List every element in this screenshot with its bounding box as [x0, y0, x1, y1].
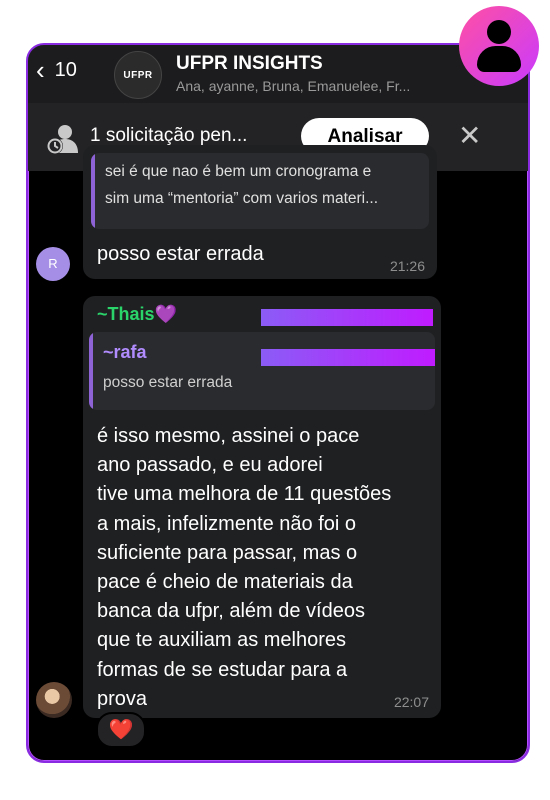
quote-text: posso estar errada	[103, 374, 233, 391]
user-profile-icon	[459, 6, 539, 86]
message-line: tive uma melhora de 11 questões	[97, 483, 392, 506]
purple-heart-icon: 💜	[154, 304, 177, 324]
quote-bar	[91, 153, 95, 229]
group-avatar[interactable]: UFPR	[114, 51, 162, 99]
avatar[interactable]: R	[36, 247, 70, 281]
message-line: prova	[97, 687, 148, 710]
sender-name-text: ~Thais	[97, 304, 155, 324]
message-line: é isso mesmo, assinei o pace	[97, 425, 360, 447]
message-bubble[interactable]: sei é que nao é bem um cronograma e sim …	[83, 145, 437, 279]
profile-body-shape	[477, 46, 521, 72]
message-text: é isso mesmo, assinei o pace ano passado…	[97, 422, 391, 714]
quote-line: sim uma “mentoria” com varios materi...	[105, 190, 379, 207]
message-line: suficiente para passar, mas o	[97, 541, 358, 564]
heart-reaction-icon[interactable]: ❤️	[96, 712, 146, 748]
redacted-phone-number	[261, 309, 433, 326]
pending-requests-text: 1 solicitação pen...	[90, 125, 248, 146]
back-button[interactable]: ‹ 10	[36, 57, 77, 83]
quoted-message[interactable]: sei é que nao é bem um cronograma e sim …	[91, 153, 429, 229]
profile-head-shape	[487, 20, 511, 44]
message-line: que te auxiliam as melhores	[97, 629, 347, 652]
message-text: posso estar errada	[97, 243, 264, 265]
quote-line: sei é que nao é bem um cronograma e	[105, 163, 372, 180]
group-avatar-text: UFPR	[123, 69, 153, 81]
message-line: formas de se estudar para a	[97, 658, 348, 681]
message-bubble[interactable]: ~Thais💜 ~rafa posso estar errada é isso …	[83, 296, 441, 718]
redacted-phone-number	[261, 349, 435, 366]
message-line: pace é cheio de materiais da	[97, 571, 353, 594]
message-line: a mais, infelizmente não foi o	[97, 512, 357, 535]
chat-members[interactable]: Ana, ayanne, Bruna, Emanuelee, Fr...	[176, 78, 410, 94]
close-icon[interactable]: ✕	[458, 121, 481, 151]
chat-title[interactable]: UFPR INSIGHTS	[176, 53, 323, 75]
message-line: ano passado, e eu adorei	[97, 454, 323, 477]
message-time: 22:07	[393, 694, 429, 710]
message-line: banca da ufpr, além de vídeos	[97, 600, 365, 623]
quote-bar	[89, 332, 93, 410]
chat-header: ‹ 10 UFPR UFPR INSIGHTS Ana, ayanne, Bru…	[28, 45, 528, 103]
avatar[interactable]	[36, 682, 72, 718]
message-time: 21:26	[389, 258, 425, 274]
quote-author: ~rafa	[103, 342, 147, 362]
sender-name[interactable]: ~Thais💜	[97, 304, 177, 325]
unread-count: 10	[54, 58, 77, 81]
pending-request-icon	[47, 125, 78, 154]
chevron-left-icon: ‹	[36, 55, 45, 85]
quoted-message[interactable]: ~rafa posso estar errada	[89, 332, 435, 410]
phone-screen: ‹ 10 UFPR UFPR INSIGHTS Ana, ayanne, Bru…	[26, 43, 530, 763]
